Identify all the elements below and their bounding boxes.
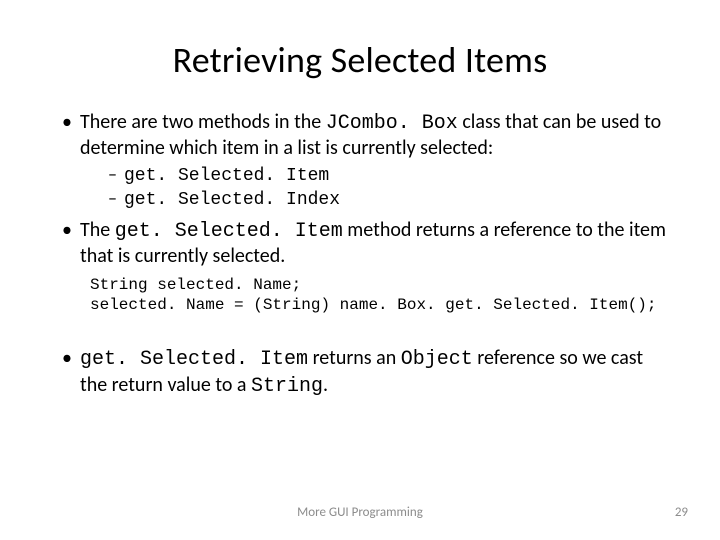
bullet-2-code: get. Selected. Item: [115, 220, 343, 243]
bullet-3-code-2: Object: [401, 348, 473, 371]
bullet-3-code-1: get. Selected. Item: [80, 348, 308, 371]
bullet-3: get. Selected. Item returns an Object re…: [62, 346, 672, 399]
bullet-2: The get. Selected. Item method returns a…: [62, 218, 672, 269]
bullet-1-sub-2: get. Selected. Index: [108, 187, 672, 212]
page-number: 29: [675, 505, 688, 520]
footer-center: More GUI Programming: [0, 505, 720, 520]
bullet-3-mid-1: returns an: [308, 346, 401, 370]
slide-body: There are two methods in the JCombo. Box…: [48, 110, 672, 399]
code-line-2: selected. Name = (String) name. Box. get…: [90, 296, 657, 314]
bullet-1-code: JCombo. Box: [326, 112, 458, 135]
slide-title: Retrieving Selected Items: [48, 38, 672, 82]
code-line-1: String selected. Name;: [90, 276, 301, 294]
bullet-1-sub-1-code: get. Selected. Item: [124, 166, 329, 186]
bullet-1: There are two methods in the JCombo. Box…: [62, 110, 672, 212]
code-block: String selected. Name; selected. Name = …: [48, 275, 672, 317]
bullet-3-end: .: [323, 373, 328, 397]
bullet-2-text-pre: The: [80, 218, 115, 242]
bullet-3-code-3: String: [251, 375, 323, 398]
bullet-1-sub-2-code: get. Selected. Index: [124, 190, 340, 210]
bullet-1-sub-1: get. Selected. Item: [108, 163, 672, 188]
bullet-1-text-pre: There are two methods in the: [80, 110, 326, 134]
